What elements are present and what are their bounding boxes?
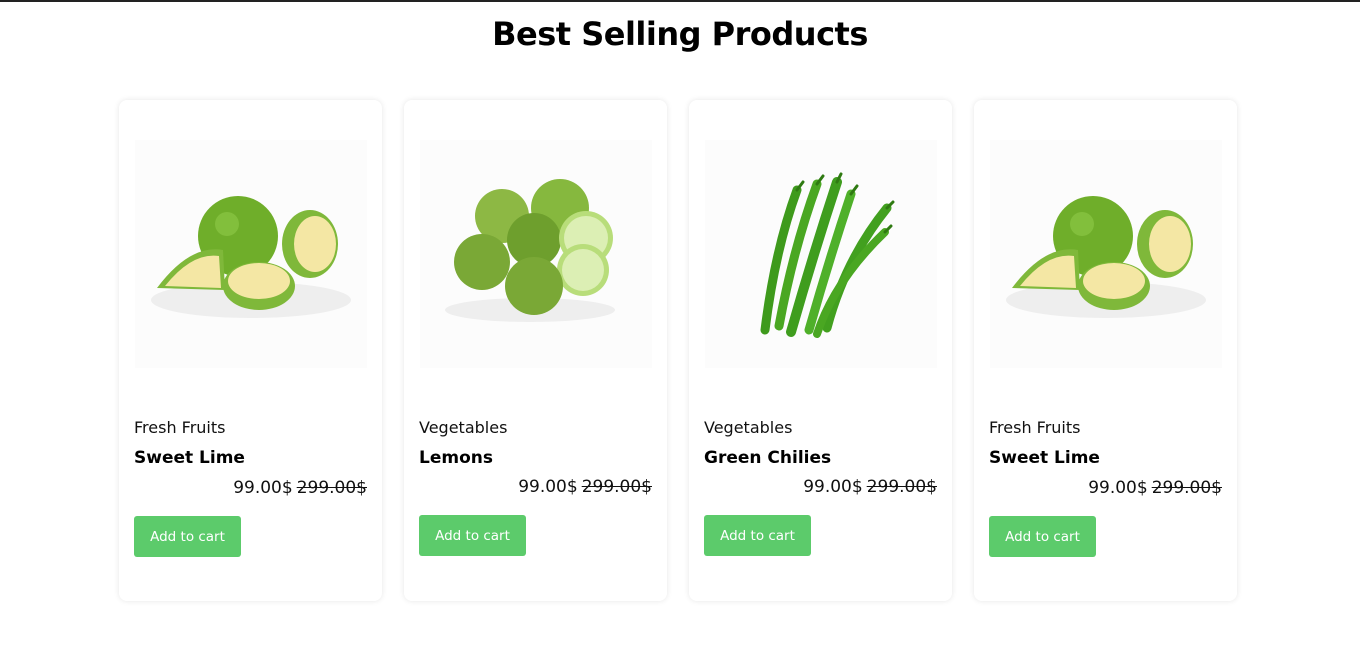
product-price: 99.00$ 299.00$: [233, 477, 367, 499]
product-card: Vegetables Green Chilies 99.00$ 299.00$ A…: [689, 100, 952, 601]
product-category: Vegetables: [704, 418, 793, 437]
product-price: 99.00$ 299.00$: [1088, 477, 1222, 499]
product-category: Fresh Fruits: [989, 418, 1081, 437]
product-price: 99.00$ 299.00$: [803, 476, 937, 498]
product-category: Vegetables: [419, 418, 508, 437]
old-price: 299.00$: [296, 478, 367, 498]
product-name[interactable]: Lemons: [419, 447, 493, 469]
product-category: Fresh Fruits: [134, 418, 226, 437]
old-price: 299.00$: [866, 477, 937, 497]
old-price: 299.00$: [581, 477, 652, 497]
product-card: Fresh Fruits Sweet Lime 99.00$ 299.00$ Ad…: [974, 100, 1237, 601]
current-price: 99.00$: [803, 477, 863, 497]
top-border: [0, 0, 1360, 2]
old-price: 299.00$: [1151, 478, 1222, 498]
product-price: 99.00$ 299.00$: [518, 476, 652, 498]
product-name[interactable]: Green Chilies: [704, 447, 831, 469]
add-to-cart-button[interactable]: Add to cart: [704, 515, 811, 556]
current-price: 99.00$: [1088, 478, 1148, 498]
product-name[interactable]: Sweet Lime: [134, 447, 245, 469]
green-chilies-image[interactable]: [705, 140, 937, 368]
product-card: Vegetables Lemons 99.00$ 299.00$ Add to c…: [404, 100, 667, 601]
sweet-lime-image[interactable]: [990, 140, 1222, 368]
product-name[interactable]: Sweet Lime: [989, 447, 1100, 469]
current-price: 99.00$: [233, 478, 293, 498]
current-price: 99.00$: [518, 477, 578, 497]
lemons-image[interactable]: [420, 140, 652, 368]
add-to-cart-button[interactable]: Add to cart: [419, 515, 526, 556]
sweet-lime-image[interactable]: [135, 140, 367, 368]
section-title: Best Selling Products: [492, 15, 868, 53]
add-to-cart-button[interactable]: Add to cart: [134, 516, 241, 557]
product-card: Fresh Fruits Sweet Lime 99.00$ 299.00$ Ad…: [119, 100, 382, 601]
add-to-cart-button[interactable]: Add to cart: [989, 516, 1096, 557]
